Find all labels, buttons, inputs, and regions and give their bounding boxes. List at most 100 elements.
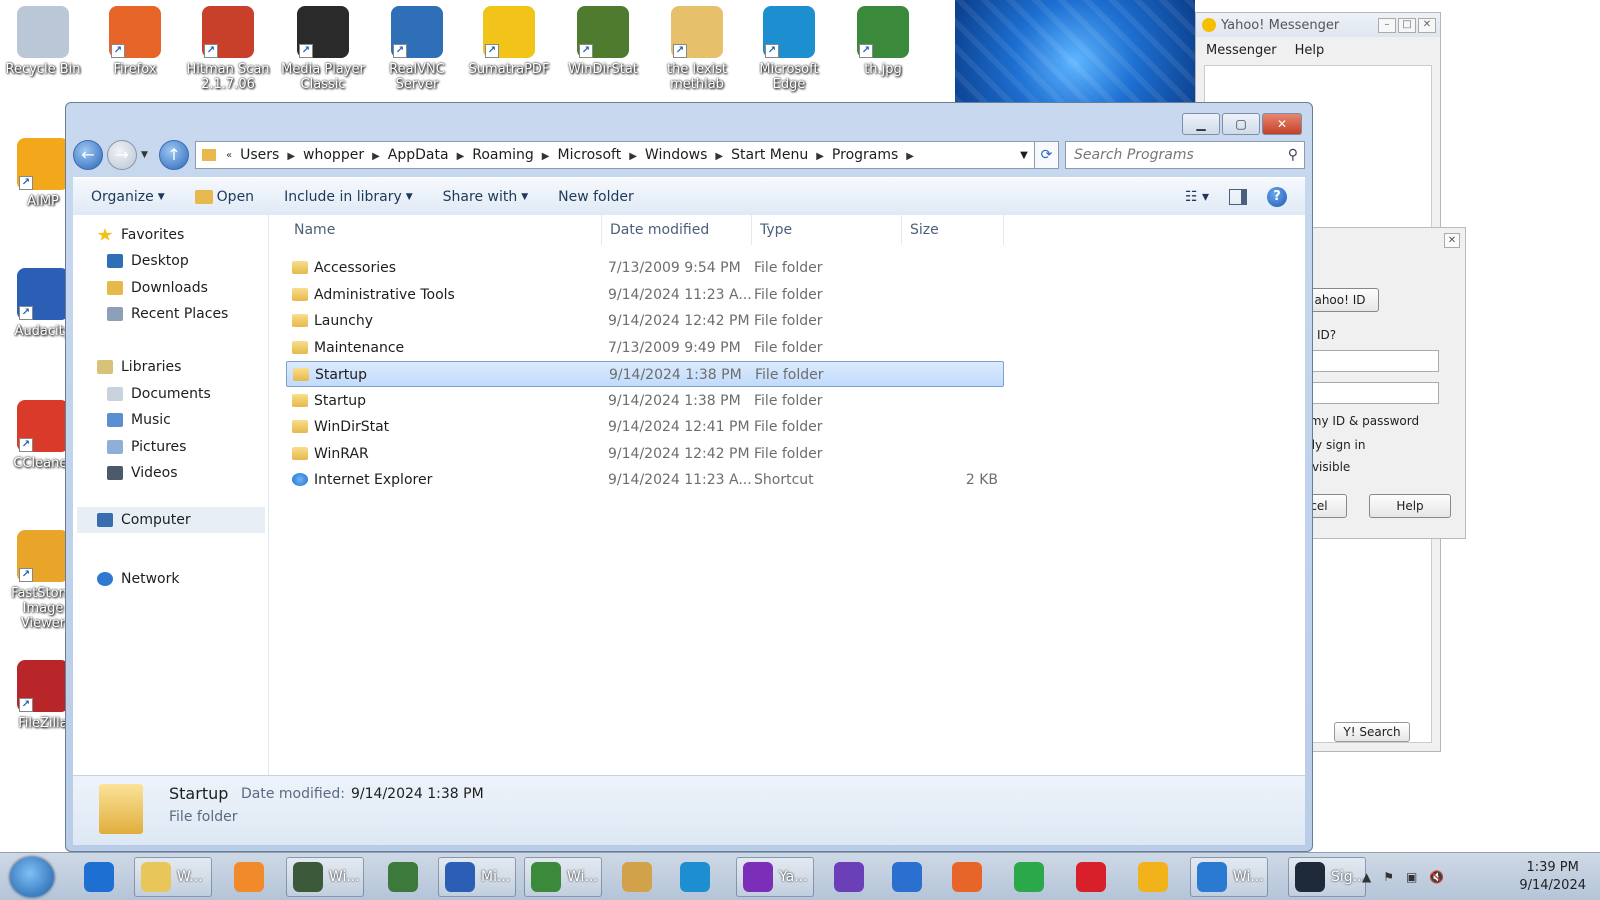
nav-network[interactable]: Network <box>97 571 179 587</box>
taskbar-item[interactable] <box>1070 857 1116 897</box>
nav-libraries[interactable]: Libraries <box>97 359 181 375</box>
taskbar-item[interactable]: Mi... <box>438 857 516 897</box>
file-row[interactable]: Launchy 9/14/2024 12:42 PM File folder <box>286 308 1004 334</box>
taskbar-item[interactable]: Ya... <box>736 857 814 897</box>
column-header-type[interactable]: Type <box>752 215 902 245</box>
nav-desktop[interactable]: Desktop <box>107 253 189 269</box>
file-row[interactable]: WinDirStat 9/14/2024 12:41 PM File folder <box>286 414 1004 440</box>
close-button[interactable]: ✕ <box>1262 113 1302 135</box>
taskbar-item[interactable] <box>78 857 124 897</box>
preview-pane-icon[interactable] <box>1229 188 1247 205</box>
nav-documents[interactable]: Documents <box>107 386 211 402</box>
explorer-window[interactable]: ▁ ▢ ✕ ← → ▼ ↑ « Users ▶ whopper ▶ AppData ▶ Ro… <box>65 102 1313 852</box>
taskbar-item[interactable] <box>228 857 274 897</box>
breadcrumb-arrow-icon[interactable]: ▶ <box>457 151 465 162</box>
search-box[interactable]: Search Programs ⚲ <box>1065 141 1305 169</box>
include-in-library-button[interactable]: Include in library ▼ <box>284 189 413 205</box>
file-row[interactable]: Startup 9/14/2024 1:38 PM File folder <box>286 361 1004 387</box>
breadcrumb-item[interactable]: Programs <box>832 147 898 163</box>
column-header-name[interactable]: Name <box>286 215 602 245</box>
file-row[interactable]: Startup 9/14/2024 1:38 PM File folder <box>286 388 1004 414</box>
taskbar-item[interactable] <box>886 857 932 897</box>
file-row[interactable]: Internet Explorer 9/14/2024 11:23 A... Sho… <box>286 467 1004 493</box>
yahoo-search-button[interactable]: Y! Search <box>1334 722 1410 742</box>
close-button[interactable]: ✕ <box>1418 17 1436 33</box>
file-row[interactable]: Administrative Tools 9/14/2024 11:23 A...… <box>286 282 1004 308</box>
nav-favorites[interactable]: Favorites <box>97 227 184 243</box>
minimize-button[interactable]: – <box>1378 17 1396 33</box>
clock[interactable]: 1:39 PM 9/14/2024 <box>1519 859 1586 895</box>
desktop-icon-windirstat[interactable]: ↗ WinDirStat <box>560 6 646 77</box>
nav-downloads[interactable]: Downloads <box>107 280 208 296</box>
address-bar[interactable]: « Users ▶ whopper ▶ AppData ▶ Roaming ▶ Microsof… <box>195 141 1035 169</box>
menu-messenger[interactable]: Messenger <box>1206 43 1277 58</box>
breadcrumb-item[interactable]: Windows <box>645 147 708 163</box>
desktop-icon-firefox[interactable]: ↗ Firefox <box>92 6 178 77</box>
taskbar-item[interactable] <box>1132 857 1178 897</box>
action-center-icon[interactable]: ⚑ <box>1383 870 1394 884</box>
desktop-icon-sumatrapdf[interactable]: ↗ SumatraPDF <box>466 6 552 77</box>
breadcrumb-item[interactable]: Start Menu <box>731 147 808 163</box>
new-folder-button[interactable]: New folder <box>558 189 634 205</box>
address-dropdown[interactable]: ▼ <box>1014 150 1034 161</box>
desktop-icon-realvnc-server[interactable]: ↗ RealVNC Server <box>374 6 460 92</box>
forward-button[interactable]: → <box>107 140 137 170</box>
maximize-button[interactable]: □ <box>1398 17 1416 33</box>
nav-videos[interactable]: Videos <box>107 465 178 481</box>
desktop-icon-the-lexist-methlab[interactable]: ↗ the lexist methlab <box>654 6 740 92</box>
view-options-icon[interactable]: ☷ ▾ <box>1185 189 1209 205</box>
close-icon[interactable]: ✕ <box>1444 233 1460 248</box>
nav-recent-places[interactable]: Recent Places <box>107 306 228 322</box>
nav-pictures[interactable]: Pictures <box>107 439 186 455</box>
breadcrumb-arrow-icon[interactable]: ▶ <box>372 151 380 162</box>
breadcrumb-arrow-icon[interactable]: ▶ <box>906 151 914 162</box>
network-icon[interactable]: ▣ <box>1406 870 1417 884</box>
desktop-icon-media-player-classic[interactable]: ↗ Media Player Classic <box>280 6 366 92</box>
taskbar-item[interactable]: Wi... <box>1190 857 1268 897</box>
remember-checkbox-label[interactable]: r my ID & password <box>1301 414 1419 428</box>
breadcrumb-arrow-icon[interactable]: ▶ <box>715 151 723 162</box>
breadcrumb-overflow[interactable]: « <box>226 150 232 161</box>
file-row[interactable]: Accessories 7/13/2009 9:54 PM File folder <box>286 255 1004 281</box>
recent-pages-dropdown[interactable]: ▼ <box>141 150 151 160</box>
file-row[interactable]: Maintenance 7/13/2009 9:49 PM File folder <box>286 335 1004 361</box>
organize-button[interactable]: Organize ▼ <box>91 189 165 205</box>
nav-music[interactable]: Music <box>107 412 171 428</box>
column-header-size[interactable]: Size <box>902 215 1004 245</box>
yahoo-login-dialog[interactable]: ✕ ahoo! ID o! ID? r my ID & password all… <box>1291 227 1466 539</box>
minimize-button[interactable]: ▁ <box>1182 113 1220 135</box>
taskbar-item[interactable]: W... <box>134 857 212 897</box>
breadcrumb-arrow-icon[interactable]: ▶ <box>816 151 824 162</box>
breadcrumb-item[interactable]: whopper <box>303 147 364 163</box>
breadcrumb-arrow-icon[interactable]: ▶ <box>542 151 550 162</box>
show-hidden-icons-icon[interactable]: ▲ <box>1362 870 1371 884</box>
yahoo-id-field[interactable] <box>1311 350 1439 372</box>
desktop-icon-microsoft-edge[interactable]: ↗ Microsoft Edge <box>746 6 832 92</box>
open-button[interactable]: Open <box>194 189 254 205</box>
back-button[interactable]: ← <box>73 140 103 170</box>
taskbar-item[interactable] <box>674 857 720 897</box>
menu-help[interactable]: Help <box>1295 43 1325 58</box>
taskbar-item[interactable]: Wi... <box>286 857 364 897</box>
nav-computer[interactable]: Computer <box>77 507 265 533</box>
breadcrumb-item[interactable]: Microsoft <box>558 147 622 163</box>
taskbar-item[interactable] <box>946 857 992 897</box>
taskbar-item[interactable] <box>828 857 874 897</box>
breadcrumb-item[interactable]: Users <box>240 147 279 163</box>
breadcrumb-item[interactable]: AppData <box>388 147 449 163</box>
taskbar-item[interactable] <box>1008 857 1054 897</box>
search-icon[interactable]: ⚲ <box>1288 147 1298 163</box>
column-header-date[interactable]: Date modified <box>602 215 752 245</box>
help-icon[interactable]: ? <box>1267 186 1287 207</box>
yahoo-title-bar[interactable]: Yahoo! Messenger – □ ✕ <box>1196 13 1440 37</box>
taskbar-item[interactable] <box>382 857 428 897</box>
desktop-icon-recycle-bin[interactable]: Recycle Bin <box>0 6 86 77</box>
volume-muted-icon[interactable]: 🔇 <box>1429 870 1444 884</box>
breadcrumb-item[interactable]: Roaming <box>472 147 534 163</box>
file-row[interactable]: WinRAR 9/14/2024 12:42 PM File folder <box>286 441 1004 467</box>
refresh-button[interactable]: ⟳ <box>1035 141 1059 169</box>
share-with-button[interactable]: Share with ▼ <box>443 189 528 205</box>
breadcrumb-arrow-icon[interactable]: ▶ <box>287 151 295 162</box>
breadcrumb-arrow-icon[interactable]: ▶ <box>629 151 637 162</box>
up-button[interactable]: ↑ <box>159 140 189 170</box>
